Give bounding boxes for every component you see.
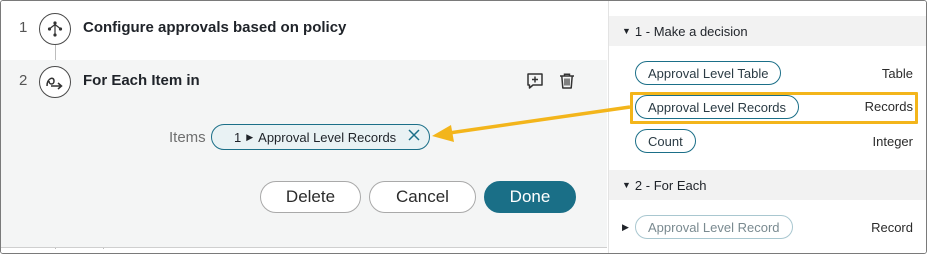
section-title: 1 - Make a decision (634, 23, 748, 39)
caret-right-icon: ▶ (246, 131, 254, 142)
step-number: 2 (19, 72, 28, 89)
flow-steps-panel: 1 Configure approvals based on policy 2 … (1, 1, 607, 253)
section-header[interactable]: ▼ 1 - Make a decision (609, 16, 926, 46)
data-type: Table (881, 66, 913, 81)
step-number: 1 (19, 19, 28, 36)
add-comment-icon[interactable] (524, 70, 546, 92)
data-type: Integer (872, 134, 913, 149)
data-pill-picker: ▼ 1 - Make a decision Approval Level Tab… (608, 1, 926, 253)
flow-designer-window: 1 Configure approvals based on policy 2 … (0, 0, 927, 254)
section-title: 2 - For Each (634, 177, 707, 193)
data-pill[interactable]: Approval Level Table (635, 61, 782, 85)
data-pill[interactable]: Count (635, 129, 696, 153)
caret-down-icon: ▼ (622, 26, 631, 36)
data-type: Record (871, 220, 913, 235)
step-title[interactable]: Configure approvals based on policy (83, 19, 346, 36)
loop-icon[interactable] (39, 66, 71, 98)
section-header[interactable]: ▼ 2 - For Each (609, 170, 926, 200)
caret-right-icon[interactable]: ▶ (622, 222, 629, 233)
trash-icon[interactable] (556, 70, 578, 92)
data-pill[interactable]: Approval Level Record (635, 215, 793, 239)
divider (1, 247, 607, 248)
pill-label: Approval Level Records (258, 129, 397, 145)
close-icon[interactable] (407, 128, 421, 145)
items-label: Items (169, 129, 206, 146)
callout-highlight-box (630, 92, 918, 124)
pill-step-ref: 1 (234, 129, 242, 145)
delete-button[interactable]: Delete (260, 181, 361, 213)
flow-branch-icon[interactable] (39, 13, 71, 45)
cancel-button[interactable]: Cancel (369, 181, 476, 213)
step-title[interactable]: For Each Item in (83, 72, 200, 89)
done-button[interactable]: Done (484, 181, 576, 213)
caret-down-icon: ▼ (622, 180, 631, 190)
items-data-pill[interactable]: 1 ▶ Approval Level Records (211, 124, 430, 150)
